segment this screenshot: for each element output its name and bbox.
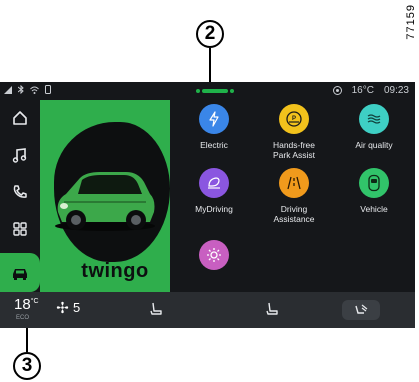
signal-icon: [4, 85, 12, 94]
wifi-icon: [30, 86, 39, 94]
music-icon: [12, 148, 27, 163]
climate-temperature-value: 18: [14, 296, 31, 313]
app-park-assist[interactable]: P Hands-free Park Assist: [256, 104, 332, 160]
lightning-icon: [199, 104, 229, 134]
app-driving-assistance[interactable]: Driving Assistance: [256, 168, 332, 224]
multimedia-screen: 16°C 09:23 twingo Electric P Hands-free …: [0, 82, 415, 328]
airflow-button[interactable]: [342, 300, 380, 320]
document-id: 77159: [405, 4, 417, 40]
driver-seat-heat-icon: [150, 302, 162, 315]
notification-icon[interactable]: [332, 86, 342, 95]
app-label: Vehicle: [360, 204, 388, 214]
app-label: Hands-free Park Assist: [272, 140, 316, 160]
airflow-icon: [355, 304, 368, 314]
settings-icon: [199, 240, 229, 270]
passenger-seat-heat-button[interactable]: [264, 301, 280, 322]
nav-home[interactable]: [0, 100, 40, 137]
app-label: Driving Assistance: [273, 204, 315, 224]
app-label: MyDriving: [195, 204, 233, 214]
app-air-quality[interactable]: Air quality: [336, 104, 412, 150]
climate-temperature[interactable]: 18°C ECO: [14, 296, 39, 321]
climate-bar: 18°C ECO 5: [0, 292, 415, 328]
svg-text:P: P: [292, 116, 296, 122]
fan-speed-control[interactable]: 5: [56, 300, 80, 315]
climate-temperature-unit: °C: [30, 298, 39, 305]
nav-phone[interactable]: [0, 174, 40, 211]
app-mydriving[interactable]: MyDriving: [176, 168, 252, 214]
air-waves-icon: [359, 104, 389, 134]
callout-2: 2: [196, 20, 224, 48]
nav-vehicle[interactable]: [0, 253, 40, 292]
car-icon: [13, 268, 27, 280]
phone-icon: [13, 185, 27, 198]
status-temperature: 16°C: [351, 85, 374, 96]
app-settings[interactable]: [176, 240, 252, 270]
road-assist-icon: [279, 168, 309, 198]
twingo-promo-panel[interactable]: twingo: [40, 100, 170, 292]
nav-music[interactable]: [0, 137, 40, 174]
phone-link-icon: [45, 85, 51, 94]
callout-3: 3: [13, 352, 41, 380]
fan-icon: [56, 301, 69, 314]
home-icon: [13, 111, 27, 126]
page-indicator: [196, 89, 234, 93]
app-label: Electric: [200, 140, 228, 150]
vehicle-top-icon: [359, 168, 389, 198]
eco-driving-icon: [199, 168, 229, 198]
apps-grid-icon: [13, 222, 27, 236]
app-label: Air quality: [355, 140, 393, 150]
fan-speed-value: 5: [73, 300, 81, 315]
app-grid: Electric P Hands-free Park Assist Air qu…: [176, 104, 412, 294]
car-image: [55, 172, 155, 231]
nav-rail: [0, 100, 40, 292]
brand-wordmark: twingo: [81, 260, 149, 282]
app-electric[interactable]: Electric: [176, 104, 252, 150]
status-bar: 16°C 09:23: [0, 82, 415, 100]
status-time: 09:23: [383, 85, 409, 96]
parking-wheel-icon: P: [279, 104, 309, 134]
passenger-seat-heat-icon: [266, 302, 278, 315]
app-vehicle[interactable]: Vehicle: [336, 168, 412, 214]
nav-apps[interactable]: [0, 210, 40, 247]
driver-seat-heat-button[interactable]: [148, 301, 164, 322]
climate-mode: ECO: [16, 315, 30, 321]
bluetooth-icon: [18, 85, 24, 94]
